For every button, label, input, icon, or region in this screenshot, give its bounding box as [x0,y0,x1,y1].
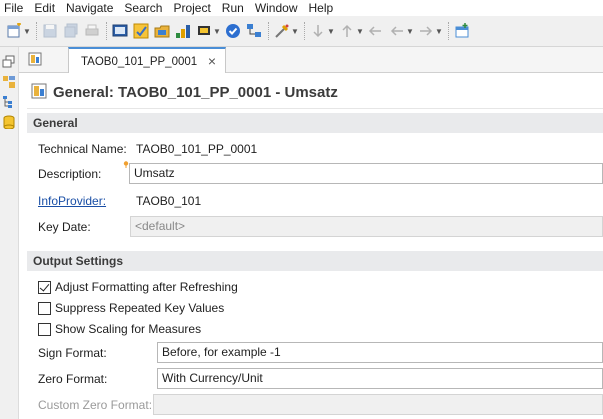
menu-run[interactable]: Run [217,0,250,16]
main-toolbar: ▼ ▼ ▼ ▼ ▼ ▼ ▼ [0,16,603,47]
zero-format-label: Zero Format: [38,372,108,386]
zero-format-dropdown[interactable]: With Currency/Unit [157,368,603,389]
tree-icon[interactable] [246,23,262,39]
chevron-down-icon[interactable]: ▼ [327,27,335,36]
chart-icon[interactable] [175,23,191,39]
project-explorer-icon[interactable] [2,75,16,89]
toolbar-separator [36,22,37,40]
close-icon[interactable]: × [208,54,216,68]
chevron-down-icon[interactable]: ▼ [291,27,299,36]
edit-icon[interactable] [133,23,149,39]
outline-icon[interactable] [2,95,16,109]
custom-zero-format-label: Custom Zero Format: [38,398,153,412]
key-date-field[interactable]: <default> [130,216,603,237]
save-icon[interactable] [42,23,58,39]
next-annotation-icon[interactable] [310,23,326,39]
check-icon[interactable] [225,23,241,39]
suppress-repeated-label: Suppress Repeated Key Values [55,301,225,315]
open-project-icon[interactable] [154,23,170,39]
description-field[interactable]: Umsatz [129,163,603,184]
menu-file[interactable]: File [0,0,29,16]
last-edit-icon[interactable] [368,23,384,39]
prev-annotation-icon[interactable] [339,23,355,39]
key-date-label: Key Date: [38,220,91,234]
sign-format-dropdown[interactable]: Before, for example -1 [157,342,603,363]
forward-icon[interactable] [418,23,434,39]
adjust-formatting-checkbox[interactable] [38,280,51,294]
chevron-down-icon[interactable]: ▼ [213,27,221,36]
technical-name-value: TAOB0_101_PP_0001 [136,142,258,156]
restore-icon[interactable] [2,55,16,69]
back-icon[interactable] [389,23,405,39]
sign-format-label: Sign Format: [38,346,107,360]
tab-query-editor[interactable]: TAOB0_101_PP_0001 × [68,47,226,74]
query-icon[interactable] [28,52,42,66]
description-label: Description: [38,167,102,181]
section-output-heading[interactable]: Output Settings [27,251,603,271]
chevron-down-icon[interactable]: ▼ [435,27,443,36]
data-source-icon[interactable] [2,115,16,130]
left-trim-bar [0,47,19,419]
menu-bar: File Edit Navigate Search Project Run Wi… [0,0,603,16]
divider [27,108,603,109]
toolbar-separator [268,22,269,40]
show-scaling-label: Show Scaling for Measures [55,322,202,336]
query-icon [31,83,47,102]
open-perspective-icon[interactable] [454,23,470,39]
save-all-icon[interactable] [63,23,79,39]
editor-tab-bar: TAOB0_101_PP_0001 × [19,47,603,74]
menu-project[interactable]: Project [168,0,216,16]
custom-zero-format-field[interactable] [153,394,603,415]
suppress-repeated-checkbox[interactable] [38,301,51,315]
toolbar-separator [304,22,305,40]
page-title: General: TAOB0_101_PP_0001 - Umsatz [53,83,338,101]
chevron-down-icon[interactable]: ▼ [23,27,31,36]
adjust-formatting-label: Adjust Formatting after Refreshing [55,280,238,294]
technical-name-label: Technical Name: [38,142,127,156]
menu-edit[interactable]: Edit [29,0,61,16]
new-wizard-icon[interactable] [6,23,22,39]
show-scaling-checkbox[interactable] [38,322,51,336]
infoprovider-link[interactable]: InfoProvider: [38,193,106,209]
section-general-heading[interactable]: General [27,113,603,133]
query-editor: General: TAOB0_101_PP_0001 - Umsatz Gene… [19,73,603,419]
chevron-down-icon[interactable]: ▼ [406,27,414,36]
show-scaling-checkbox-row[interactable]: Show Scaling for Measures [38,321,201,337]
menu-navigate[interactable]: Navigate [61,0,119,16]
tab-label: TAOB0_101_PP_0001 [81,55,198,68]
bookmark-icon[interactable] [196,23,212,39]
toolbar-separator [448,22,449,40]
suppress-repeated-checkbox-row[interactable]: Suppress Repeated Key Values [38,300,224,316]
search-tool-icon[interactable] [274,23,290,39]
chevron-down-icon[interactable]: ▼ [356,27,364,36]
adjust-formatting-checkbox-row[interactable]: Adjust Formatting after Refreshing [38,279,238,295]
menu-window[interactable]: Window [250,0,304,16]
print-icon[interactable] [84,23,100,39]
menu-help[interactable]: Help [304,0,340,16]
menu-search[interactable]: Search [119,0,168,16]
toolbar-separator [106,22,107,40]
infoprovider-value: TAOB0_101 [136,194,202,208]
form-header: General: TAOB0_101_PP_0001 - Umsatz [31,81,338,103]
console-icon[interactable] [112,23,128,39]
